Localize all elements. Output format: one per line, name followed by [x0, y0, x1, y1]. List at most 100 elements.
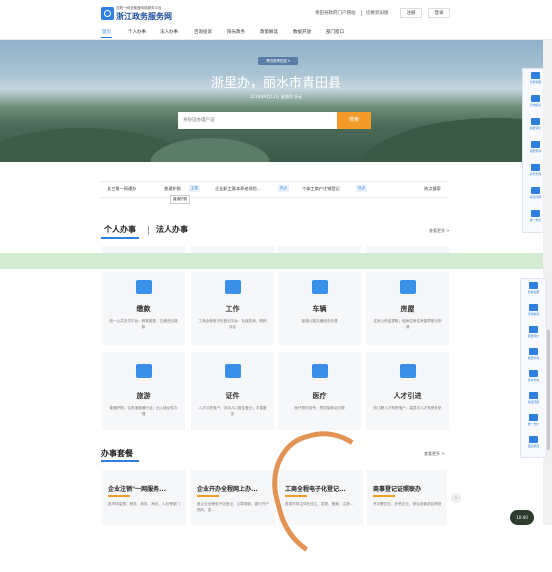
card-title: 缴款 — [136, 305, 151, 313]
pay-icon — [531, 210, 540, 217]
toolbar-item[interactable]: 统一支付 — [521, 414, 546, 426]
toolbar-label: 我要查询 — [527, 356, 540, 360]
card-desc: 住房公积金提取；租房住房住房保障登记申请 — [373, 319, 442, 329]
card-desc: 医疗预约挂号；预防接种证办理 — [294, 406, 345, 410]
site-title[interactable]: 浙江政务服务网 — [116, 11, 172, 22]
rate-icon — [531, 118, 540, 125]
rate-icon — [529, 326, 538, 333]
toolbar-item[interactable]: 咨询投诉 — [521, 304, 546, 316]
card-desc: 普通护照；往来港澳通行证；出入境证件办理 — [109, 406, 178, 416]
orange-annotation-stroke — [260, 417, 400, 572]
nav-active-indicator — [101, 37, 112, 38]
more-link[interactable]: 查看更多 > — [424, 451, 445, 457]
tab-active-indicator — [101, 237, 139, 239]
hero-title: 浙里办，丽水市青田县 — [210, 76, 341, 91]
hot-search-bar — [100, 181, 450, 198]
nav-open-data[interactable]: 数据开放 — [293, 29, 311, 35]
card-desc: 浙江籍人才购房落户；高层次人才购房补贴 — [373, 406, 442, 410]
package-desc: 各市场监督、税务、商务、海关、人社等部门 — [108, 502, 180, 506]
tab-personal[interactable]: 个人办事 — [104, 224, 136, 235]
hot-tag: 主推 — [189, 185, 200, 192]
service-card[interactable]: 证件 人才引进落户；流动人口居住登记；丰富服务 — [191, 352, 274, 430]
switch-old-version-link[interactable]: 切换到旧版 — [366, 10, 389, 16]
person-icon — [399, 364, 416, 378]
service-card[interactable]: 医疗 医疗预约挂号；预防接种证办理 — [278, 352, 361, 430]
package-title: 企业注销"一网服务... — [108, 486, 166, 493]
nav-legal[interactable]: 法人办事 — [160, 29, 178, 35]
toolbar-label: 统一支付 — [527, 422, 540, 426]
package-card[interactable]: 企业开办全程网上办... 各企业全程电子化登记、公章刻制、银行开户预约、发... — [191, 470, 275, 525]
toolbar-item[interactable]: 返回顶部 — [521, 436, 546, 448]
id-card-icon — [224, 364, 241, 378]
tooltip: 普通护照 — [170, 195, 190, 204]
toolbar-label: 返回顶部 — [527, 444, 540, 448]
question-icon — [529, 392, 538, 399]
service-card[interactable]: 人才引进 浙江籍人才购房落户；高层次人才购房补贴 — [366, 352, 449, 430]
chat-icon — [529, 282, 538, 289]
airplane-icon — [135, 364, 152, 378]
nav-personal[interactable]: 个人办事 — [128, 29, 146, 35]
car-icon — [311, 280, 328, 294]
more-link[interactable]: 查看更多 > — [429, 228, 450, 234]
card-title: 旅游 — [136, 392, 151, 400]
search-icon — [529, 370, 538, 377]
toolbar-label: 办件查询 — [527, 378, 540, 382]
hot-label[interactable]: 长三角一网通办 — [107, 186, 136, 192]
hot-tag: 热点 — [356, 185, 367, 192]
register-button[interactable]: 注册 — [400, 8, 422, 18]
hot-item[interactable]: 个体工商户注销登记 — [302, 186, 340, 192]
toolbar-item[interactable]: 办件查询 — [521, 370, 546, 382]
service-card[interactable]: 工作 工商全程电子化登记平台：社保查询、职称评定 — [191, 272, 274, 345]
card-title: 房屋 — [400, 305, 415, 313]
query-icon — [531, 141, 540, 148]
header-divider — [361, 10, 362, 16]
service-card[interactable]: 车辆 普通公路交通违法处理 — [278, 272, 361, 345]
mail-icon — [531, 95, 540, 102]
pay-icon — [529, 414, 538, 421]
query-icon — [529, 348, 538, 355]
nav-policy[interactable]: 政策解读 — [260, 29, 278, 35]
search-input[interactable] — [178, 112, 337, 129]
package-accent — [108, 495, 130, 497]
card-desc: 统一公共支付平台：教育缴费、交通违法缴款 — [109, 319, 178, 329]
hot-item[interactable]: 企业职工基本养老保险... — [215, 186, 261, 192]
chevron-right-icon[interactable]: › — [451, 493, 461, 503]
toolbar-item[interactable]: 常见问题 — [521, 392, 546, 404]
card-title: 医疗 — [312, 392, 327, 400]
toolbar-item[interactable]: 智能客服 — [521, 282, 546, 294]
toolbar-item[interactable]: 我要查询 — [521, 348, 546, 360]
card-title: 人才引进 — [393, 392, 422, 400]
nav-sunshine[interactable]: 阳光政务 — [227, 29, 245, 35]
tab-divider — [148, 226, 149, 235]
briefcase-icon — [224, 280, 241, 294]
mail-icon — [529, 304, 538, 311]
question-icon — [531, 187, 540, 194]
search-icon — [531, 164, 540, 171]
house-icon — [399, 280, 416, 294]
card-desc: 工商全程电子化登记平台：社保查询、职称评定 — [198, 319, 267, 329]
service-card[interactable]: 房屋 住房公积金提取；租房住房住房保障登记申请 — [366, 272, 449, 345]
search-button[interactable]: 搜索 — [337, 112, 371, 129]
toolbar-label: 常见问题 — [527, 400, 540, 404]
floating-widget[interactable]: 10:40 — [510, 510, 534, 525]
region-link[interactable]: 青田县政府门户网站 — [315, 10, 356, 16]
package-card[interactable]: 企业注销"一网服务... 各市场监督、税务、商务、海关、人社等部门 — [102, 470, 186, 525]
top-header — [0, 0, 552, 26]
region-selector[interactable]: 青田县青田县 ▾ — [258, 57, 298, 65]
hot-more-link[interactable]: 热点搜索 — [424, 186, 441, 192]
side-toolbar: 智能客服 咨询投诉 我要评价 我要查询 办件查询 常见问题 统一支付 返回顶部 — [520, 278, 547, 458]
payment-icon — [135, 280, 152, 294]
nav-consult[interactable]: 咨询投诉 — [194, 29, 212, 35]
login-button[interactable]: 登录 — [428, 8, 450, 18]
logo-icon[interactable] — [101, 7, 114, 20]
nav-department[interactable]: 部门窗口 — [326, 29, 344, 35]
service-card[interactable]: 缴款 统一公共支付平台：教育缴费、交通违法缴款 — [102, 272, 185, 345]
package-accent — [197, 495, 219, 497]
toolbar-item[interactable]: 我要评价 — [521, 326, 546, 338]
hot-item[interactable]: 普通护照 — [164, 186, 181, 192]
card-desc: 普通公路交通违法处理 — [301, 319, 338, 323]
nav-home[interactable]: 首页 — [102, 29, 111, 35]
service-card[interactable]: 旅游 普通护照；往来港澳通行证；出入境证件办理 — [102, 352, 185, 430]
hot-tag: 热点 — [278, 185, 289, 192]
tab-legal[interactable]: 法人办事 — [156, 224, 188, 235]
